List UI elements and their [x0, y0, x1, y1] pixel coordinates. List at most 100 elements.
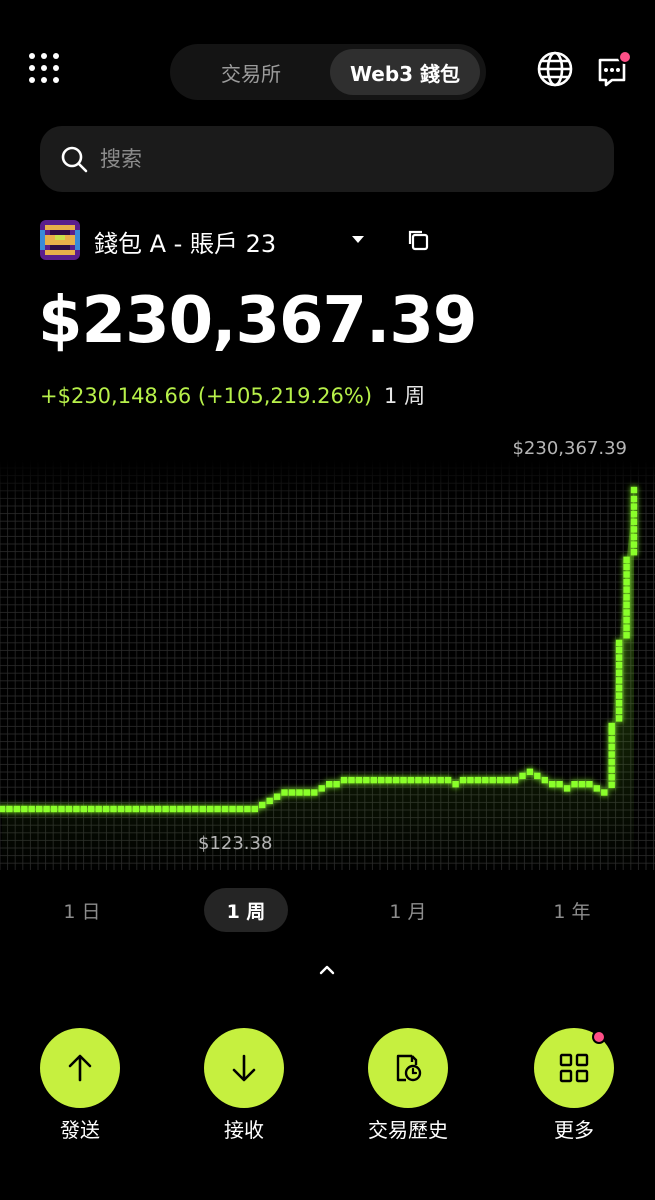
chart-point	[571, 781, 578, 788]
chart-line-segment	[608, 781, 615, 789]
chart-line-segment	[615, 646, 623, 654]
top-bar: 交易所 Web3 錢包	[0, 40, 655, 100]
chart-line-segment	[615, 677, 623, 684]
chart-point	[58, 805, 65, 813]
chart-line-segment	[615, 669, 623, 676]
change-value: +$230,148.66 (+105,219.26%)	[40, 384, 373, 408]
chart-line-segment	[623, 609, 630, 616]
message-icon[interactable]	[594, 50, 634, 90]
tab-web3-wallet[interactable]: Web3 錢包	[330, 49, 480, 95]
send-button[interactable]: 發送	[20, 1028, 140, 1148]
range-1y[interactable]: 1 年	[530, 888, 614, 932]
wallet-name[interactable]: 錢包 A - 賬戶 23	[94, 224, 276, 259]
chart-point	[296, 789, 303, 796]
chart-point	[504, 776, 511, 784]
chart-min-label: $123.38	[198, 833, 273, 854]
chart-line-segment	[623, 571, 630, 578]
history-label: 交易歷史	[368, 1118, 448, 1142]
arrow-up-icon	[68, 1054, 92, 1082]
send-circle[interactable]	[40, 1028, 120, 1108]
balance-chart[interactable]	[0, 430, 655, 870]
chart-point	[192, 805, 199, 813]
chart-line-segment	[630, 549, 638, 556]
chart-point	[497, 776, 504, 784]
mode-switcher: 交易所 Web3 錢包	[170, 44, 486, 100]
chart-point	[6, 805, 13, 813]
chart-point	[563, 785, 571, 792]
chart-point	[0, 805, 6, 813]
chart-point	[184, 805, 192, 813]
chart-point	[452, 781, 459, 788]
chart-point	[340, 776, 348, 784]
chart-point	[199, 805, 206, 813]
history-circle[interactable]	[368, 1028, 448, 1108]
chart-line-segment	[623, 586, 630, 593]
chart-point	[229, 805, 236, 813]
send-label: 發送	[60, 1118, 100, 1142]
receive-button[interactable]: 接收	[184, 1028, 304, 1148]
chart-point	[50, 805, 58, 813]
total-balance: $230,367.39	[38, 284, 477, 358]
chart-point	[132, 805, 139, 813]
chart-point	[601, 789, 608, 796]
chart-point	[147, 805, 154, 813]
copy-icon[interactable]	[406, 228, 430, 252]
chart-point	[273, 793, 281, 800]
chart-point	[318, 785, 325, 792]
more-button[interactable]: 更多	[514, 1028, 634, 1148]
apps-grid-icon[interactable]	[26, 50, 62, 86]
chart-point	[400, 776, 407, 784]
chart-point	[28, 805, 35, 813]
chart-line-segment	[615, 692, 623, 699]
balance-change: +$230,148.66 (+105,219.26%) 1 周	[40, 380, 425, 410]
chart-point	[36, 805, 43, 813]
chart-line-segment	[623, 594, 630, 601]
time-range-tabs: 1 日 1 周 1 月 1 年	[0, 888, 655, 932]
chart-point	[177, 805, 184, 813]
search-bar[interactable]	[40, 126, 614, 192]
chart-point	[154, 805, 162, 813]
chart-line-segment	[608, 743, 615, 751]
chart-line-segment	[630, 541, 638, 548]
history-icon	[396, 1054, 422, 1082]
receive-circle[interactable]	[204, 1028, 284, 1108]
chart-point	[207, 805, 214, 813]
chart-point	[363, 776, 370, 784]
chevron-down-icon[interactable]	[352, 234, 364, 244]
chart-point	[407, 776, 415, 784]
chart-line-segment	[608, 766, 615, 773]
more-circle[interactable]	[534, 1028, 614, 1108]
chart-point	[422, 776, 429, 784]
chart-point	[578, 781, 586, 788]
wallet-selector[interactable]: 錢包 A - 賬戶 23	[40, 218, 440, 262]
range-1d[interactable]: 1 日	[40, 888, 124, 932]
search-input[interactable]	[100, 134, 590, 184]
chart-point	[88, 805, 95, 813]
chevron-up-icon[interactable]	[316, 962, 338, 978]
chart-point	[623, 556, 630, 563]
range-1m[interactable]: 1 月	[366, 888, 450, 932]
chart-point	[125, 805, 132, 813]
chart-point	[214, 805, 221, 813]
chart-point	[95, 805, 102, 813]
chart-line-segment	[630, 503, 638, 510]
chart-point	[474, 776, 482, 784]
range-1w[interactable]: 1 周	[204, 888, 288, 932]
chart-line-segment	[623, 578, 630, 586]
chart-line-segment	[630, 526, 638, 533]
chart-point	[459, 776, 467, 784]
history-button[interactable]: 交易歷史	[348, 1028, 468, 1148]
chart-line-segment	[623, 632, 630, 639]
chart-point	[281, 789, 288, 796]
chart-point	[117, 805, 125, 813]
chart-point	[73, 805, 80, 813]
chart-point	[102, 805, 110, 813]
chart-point	[355, 776, 363, 784]
chart-line-segment	[623, 616, 630, 624]
change-period: 1 周	[384, 384, 426, 408]
chart-point	[630, 486, 638, 494]
chart-point	[385, 776, 392, 784]
chart-point	[303, 789, 310, 796]
globe-icon[interactable]	[536, 50, 574, 88]
tab-exchange[interactable]: 交易所	[176, 49, 326, 95]
